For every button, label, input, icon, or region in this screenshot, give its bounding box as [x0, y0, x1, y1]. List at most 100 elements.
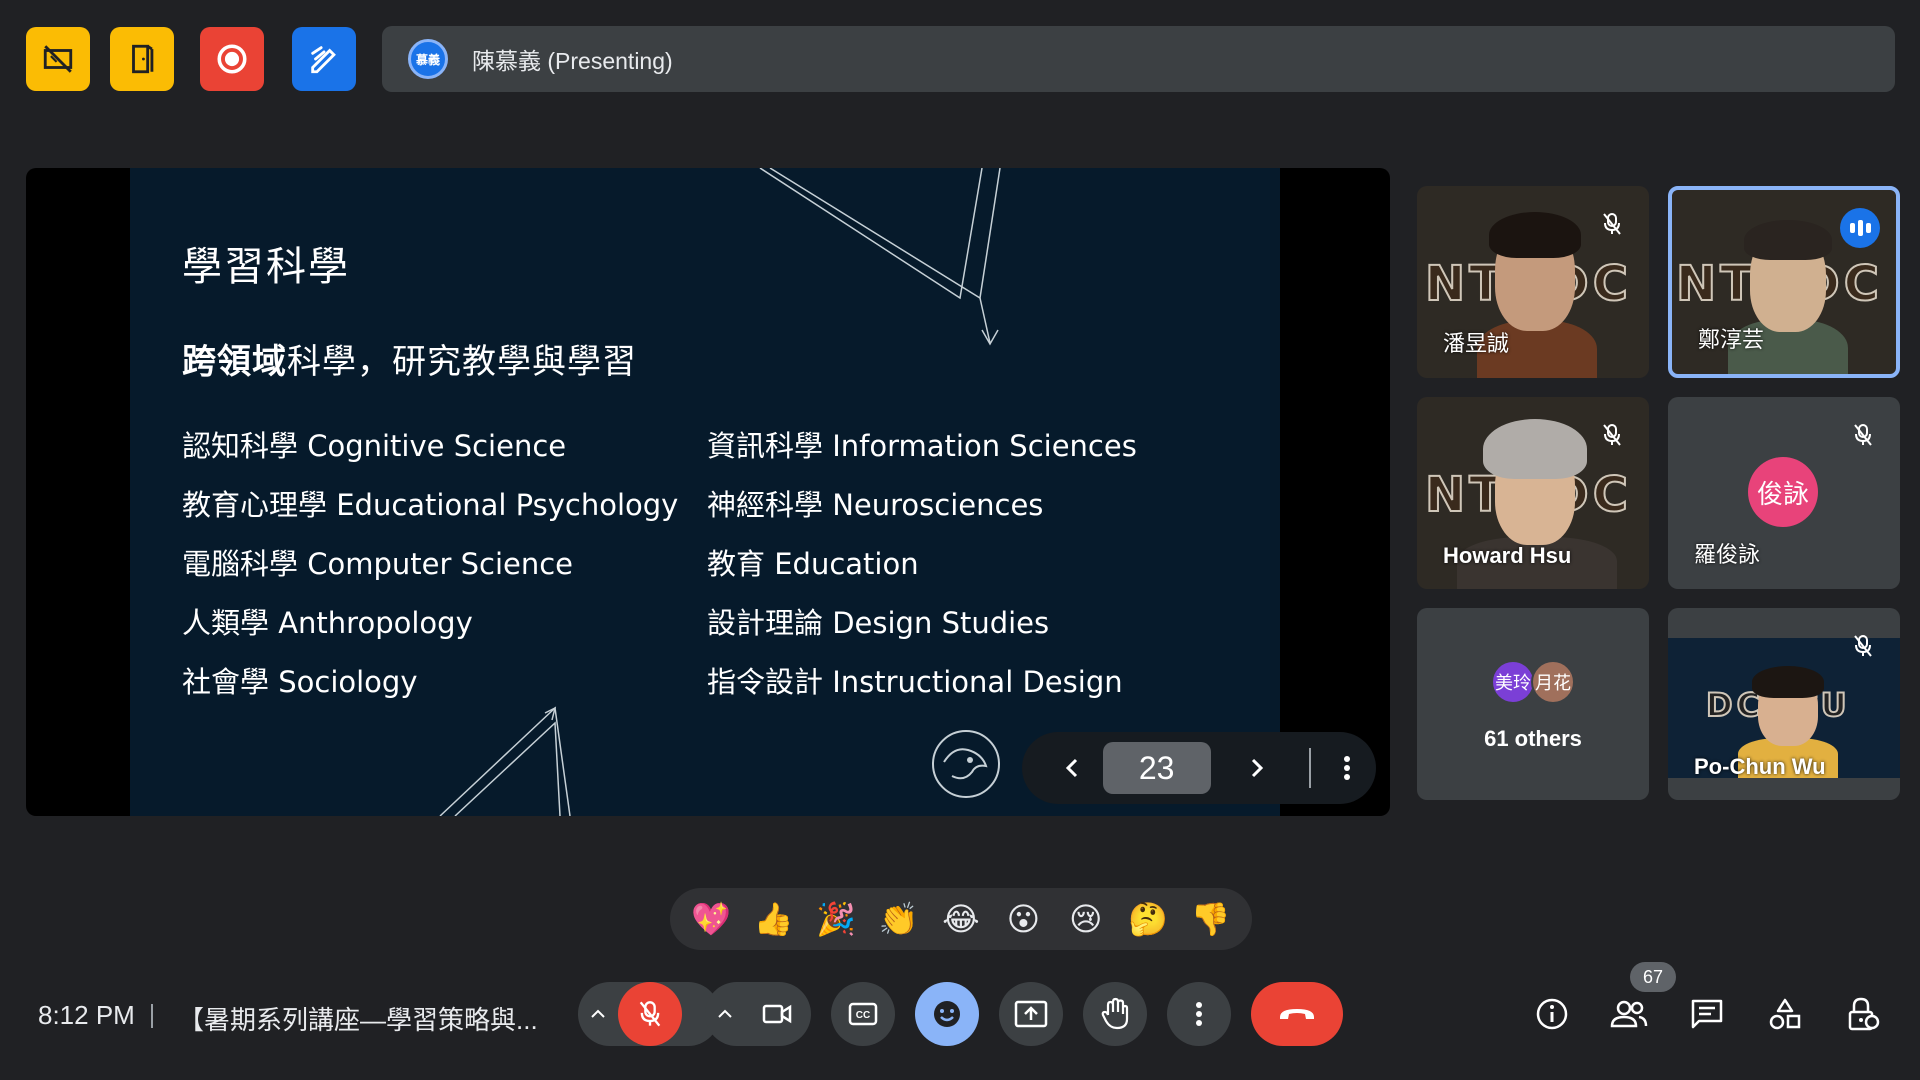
- participant-tile[interactable]: DCNTU Po-Chun Wu: [1668, 608, 1900, 800]
- participant-name: 鄭淳芸: [1698, 327, 1765, 352]
- field-item: 教育心理學 Educational Psychology: [182, 488, 679, 522]
- videocam-icon: [762, 1004, 792, 1024]
- reaction-thumbs-up[interactable]: 👍: [750, 895, 798, 943]
- others-tile[interactable]: 美玲 月花 61 others: [1417, 608, 1649, 800]
- emoji-icon: [934, 1001, 960, 1027]
- present-to-all-icon: [1014, 1000, 1048, 1028]
- participant-tile[interactable]: NTUDC Howard Hsu: [1417, 397, 1649, 589]
- field-item: 教育 Education: [707, 547, 919, 581]
- hand-icon: [1101, 997, 1129, 1030]
- reaction-clapping[interactable]: 👏: [875, 895, 923, 943]
- breakout-rooms-button[interactable]: [110, 27, 174, 91]
- people-icon: [1610, 1000, 1648, 1028]
- slide-more-options-button[interactable]: [1317, 732, 1376, 804]
- annotate-button[interactable]: [292, 27, 356, 91]
- presenting-banner[interactable]: 慕義 陳慕義 (Presenting): [382, 26, 1895, 92]
- mic-off-icon: [1603, 424, 1621, 446]
- mic-off-icon: [1854, 635, 1872, 657]
- more-vert-icon: [1343, 756, 1350, 780]
- reaction-thumbs-down[interactable]: 👎: [1187, 895, 1235, 943]
- chevron-right-icon: [1251, 758, 1263, 778]
- field-item: 指令設計 Instructional Design: [707, 665, 1123, 699]
- chevron-up-icon: [718, 1009, 732, 1018]
- mic-control-group: [578, 982, 720, 1046]
- field-item: 認知科學 Cognitive Science: [182, 429, 567, 463]
- chat-button[interactable]: [1682, 989, 1732, 1039]
- reactions-button[interactable]: [915, 982, 979, 1046]
- field-item: 社會學 Sociology: [182, 665, 418, 699]
- reaction-laughing[interactable]: 😂: [937, 895, 985, 943]
- closed-captions-icon: CC: [848, 1002, 878, 1026]
- participant-name: Po-Chun Wu: [1694, 754, 1826, 779]
- reaction-surprised[interactable]: 😮: [999, 895, 1047, 943]
- chevron-left-icon: [1066, 758, 1078, 778]
- meet-window: 慕義 陳慕義 (Presenting) 學習科學 跨領域科學，研究教學與學習 認…: [0, 0, 1920, 1080]
- recording-button[interactable]: [200, 27, 264, 91]
- mic-off-icon: [639, 1001, 661, 1027]
- people-count-badge: 67: [1630, 962, 1676, 992]
- subtitle-bold: 跨領域: [182, 342, 287, 382]
- record-icon: [217, 44, 247, 74]
- clock: 8:12 PM: [38, 1000, 135, 1030]
- presenter-avatar: 慕義: [408, 39, 448, 79]
- others-count-label: 61 others: [1484, 726, 1582, 751]
- participant-tile[interactable]: 俊詠 羅俊詠: [1668, 397, 1900, 589]
- mic-off-icon: [1854, 424, 1872, 446]
- leave-call-button[interactable]: [1251, 982, 1343, 1046]
- participant-hair: [1489, 212, 1581, 258]
- meeting-title[interactable]: 【暑期系列講座—學習策略與...: [178, 1000, 538, 1037]
- people-button[interactable]: [1604, 989, 1654, 1039]
- reactions-bar: 💖 👍 🎉 👏 😂 😮 😢 🤔 👎: [670, 888, 1252, 950]
- slide-subtitle: 跨領域科學，研究教學與學習: [182, 334, 637, 383]
- reaction-sparkling-heart[interactable]: 💖: [687, 895, 735, 943]
- camera-toggle-button[interactable]: [745, 982, 809, 1046]
- video-options-button[interactable]: [705, 1009, 745, 1019]
- camera-control-group: [705, 982, 811, 1046]
- others-avatar: 美玲: [1491, 660, 1535, 704]
- microphone-toggle-button[interactable]: [618, 982, 682, 1046]
- present-screen-button[interactable]: [999, 982, 1063, 1046]
- host-controls-button[interactable]: [1838, 989, 1888, 1039]
- slide: 學習科學 跨領域科學，研究教學與學習 認知科學 Cognitive Scienc…: [130, 168, 1280, 816]
- activities-button[interactable]: [1760, 989, 1810, 1039]
- call-end-icon: [1280, 1009, 1314, 1019]
- reaction-crying[interactable]: 😢: [1062, 895, 1110, 943]
- host-lock-icon: [1848, 997, 1880, 1031]
- no-whiteboard-icon: [43, 45, 73, 73]
- participant-name: Howard Hsu: [1443, 543, 1572, 568]
- slide-page-number[interactable]: 23: [1102, 742, 1211, 794]
- fields-left: 認知科學 Cognitive Science 教育心理學 Educational…: [182, 423, 678, 718]
- subtitle-rest: 科學，研究教學與學習: [287, 342, 637, 382]
- fields-right: 資訊科學 Information Sciences 神經科學 Neuroscie…: [707, 423, 1137, 718]
- slide-navigator: 23: [1022, 732, 1376, 804]
- participant-tile-active[interactable]: NTUDC 鄭淳芸: [1668, 186, 1900, 378]
- reaction-party-popper[interactable]: 🎉: [812, 895, 860, 943]
- participant-avatar: 俊詠: [1748, 457, 1818, 527]
- slide-logo-icon: [932, 730, 1000, 798]
- shapes-icon: [1769, 998, 1801, 1030]
- whiteboard-app-button[interactable]: [26, 27, 90, 91]
- field-item: 電腦科學 Computer Science: [182, 547, 574, 581]
- participant-hair: [1744, 220, 1832, 260]
- participant-tile[interactable]: NTUDC 潘昱誠: [1417, 186, 1649, 378]
- chevron-up-icon: [591, 1009, 605, 1018]
- pen-icon: [311, 46, 336, 74]
- presenter-label: 陳慕義 (Presenting): [472, 48, 673, 74]
- raise-hand-button[interactable]: [1083, 982, 1147, 1046]
- slide-title: 學習科學: [182, 244, 350, 290]
- presentation-view: 學習科學 跨領域科學，研究教學與學習 認知科學 Cognitive Scienc…: [26, 168, 1390, 816]
- info-icon: [1536, 998, 1568, 1030]
- next-slide-button[interactable]: [1227, 732, 1286, 804]
- field-item: 資訊科學 Information Sciences: [707, 429, 1137, 463]
- clock-divider: [151, 1004, 153, 1028]
- field-item: 設計理論 Design Studies: [707, 606, 1050, 640]
- reaction-thinking[interactable]: 🤔: [1124, 895, 1172, 943]
- captions-button[interactable]: CC: [831, 982, 895, 1046]
- more-options-button[interactable]: [1167, 982, 1231, 1046]
- previous-slide-button[interactable]: [1044, 732, 1103, 804]
- participant-hair: [1752, 666, 1824, 698]
- audio-options-button[interactable]: [578, 1009, 618, 1019]
- field-item: 人類學 Anthropology: [182, 606, 473, 640]
- meeting-details-button[interactable]: [1527, 989, 1577, 1039]
- chat-icon: [1691, 999, 1723, 1029]
